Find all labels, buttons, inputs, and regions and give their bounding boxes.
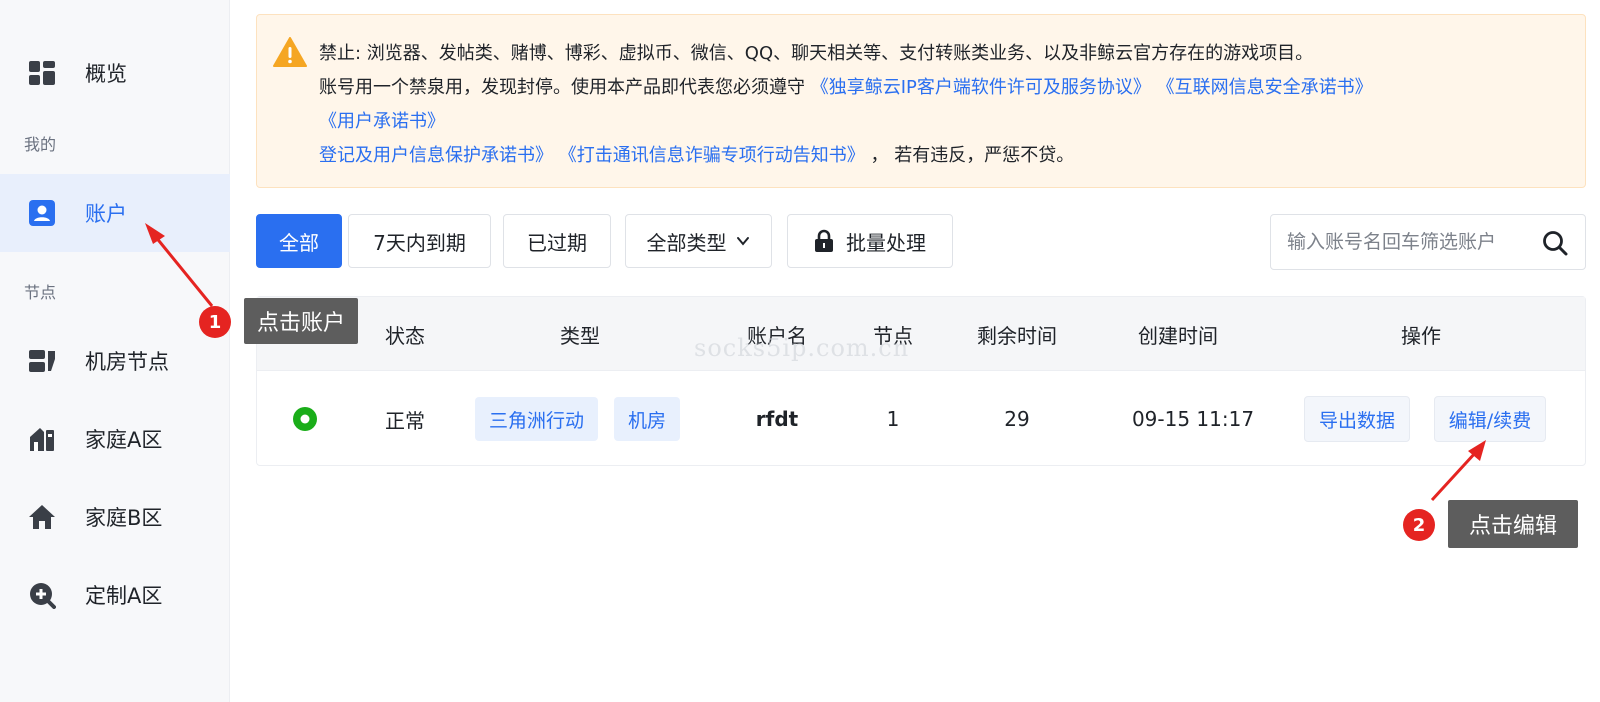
step-2-callout: 点击编辑 xyxy=(1448,500,1578,548)
type-select-label: 全部类型 xyxy=(646,230,727,255)
register-protection-link[interactable]: 登记及用户信息保护承诺书》 xyxy=(319,145,553,166)
account-name-cell: rfdt xyxy=(755,407,799,431)
home-building-icon xyxy=(28,425,56,453)
status-dot-icon xyxy=(285,371,325,467)
filter-expired-button[interactable]: 已过期 xyxy=(503,214,611,268)
sidebar-item-home-a[interactable]: 家庭A区 xyxy=(0,400,230,478)
license-agreement-link[interactable]: 《独享鲸云IP客户端软件许可及服务协议》 xyxy=(811,77,1151,98)
export-data-button[interactable]: 导出数据 xyxy=(1303,396,1410,442)
sidebar-item-overview[interactable]: 概览 xyxy=(0,34,230,112)
sidebar-item-account[interactable]: 账户 xyxy=(0,174,230,252)
notice-line-4: 登记及用户信息保护承诺书》 《打击通讯信息诈骗专项行动告知书》 ， 若有违反，严… xyxy=(319,141,1074,167)
sidebar-item-label: 家庭B区 xyxy=(85,506,163,530)
notice-line-3: 《用户承诺书》 xyxy=(319,107,445,133)
status-text: 正常 xyxy=(385,408,425,433)
sidebar-item-label: 机房节点 xyxy=(85,350,169,374)
notice-banner: 禁止: 浏览器、发帖类、赌博、博彩、虚拟币、微信、QQ、聊天相关等、支付转账类业… xyxy=(256,14,1586,188)
step-1-badge: 1 xyxy=(199,306,231,338)
type-tag-room[interactable]: 机房 xyxy=(614,397,681,441)
account-card-icon xyxy=(28,199,56,227)
user-promise-link[interactable]: 《用户承诺书》 xyxy=(319,111,445,132)
sidebar-item-label: 定制A区 xyxy=(85,584,163,608)
section-label-nodes: 节点 xyxy=(24,283,57,302)
header-remaining-time: 剩余时间 xyxy=(977,323,1057,348)
sidebar: 概览 我的 账户 节点 机房节点 家庭A区 家庭B区 定制A区 xyxy=(0,0,230,702)
remaining-time-cell: 29 xyxy=(1004,407,1030,431)
sidebar-item-label: 账户 xyxy=(85,202,127,226)
server-room-icon xyxy=(28,347,56,375)
filter-all-button[interactable]: 全部 xyxy=(256,214,342,268)
custom-plus-icon xyxy=(28,581,56,609)
header-status: 状态 xyxy=(385,323,425,348)
dashboard-grid-icon xyxy=(28,59,56,87)
type-tag-game[interactable]: 三角洲行动 xyxy=(475,397,599,441)
section-label-mine: 我的 xyxy=(24,135,57,154)
fraud-notice-link[interactable]: 《打击通讯信息诈骗专项行动告知书》 xyxy=(559,145,865,166)
sidebar-item-label: 家庭A区 xyxy=(85,428,163,452)
house-icon xyxy=(28,503,56,531)
account-search-box xyxy=(1270,214,1586,270)
chevron-down-icon xyxy=(735,233,751,249)
batch-process-button[interactable]: 批量处理 xyxy=(787,214,953,268)
sidebar-item-server-room[interactable]: 机房节点 xyxy=(0,322,230,400)
edit-renew-button[interactable]: 编辑/续费 xyxy=(1433,396,1547,442)
created-time-cell: 09-15 11:17 xyxy=(1131,407,1255,431)
batch-process-label: 批量处理 xyxy=(846,230,926,255)
type-tags: 三角洲行动 机房 xyxy=(475,371,697,467)
nodes-cell: 1 xyxy=(886,407,900,431)
notice-text: 账号用一个禁泉用，发现封停。使用本产品即代表您必须遵守 xyxy=(319,77,805,98)
notice-tail: ， 若有违反，严惩不贷。 xyxy=(870,145,1075,166)
notice-line-1: 禁止: 浏览器、发帖类、赌博、博彩、虚拟币、微信、QQ、聊天相关等、支付转账类业… xyxy=(319,43,1314,64)
accounts-table: 状态 类型 账户名 节点 剩余时间 创建时间 操作 正常 三角洲行动 机房 rf… xyxy=(256,296,1586,466)
account-search-input[interactable] xyxy=(1287,231,1532,253)
step-1-callout: 点击账户 xyxy=(244,298,358,344)
sidebar-item-home-b[interactable]: 家庭B区 xyxy=(0,478,230,556)
sidebar-item-custom-a[interactable]: 定制A区 xyxy=(0,556,230,634)
watermark: socks5ip.com.cn xyxy=(694,334,910,362)
filter-7days-button[interactable]: 7天内到期 xyxy=(348,214,491,268)
warning-icon xyxy=(273,37,307,67)
step-2-badge: 2 xyxy=(1403,509,1435,541)
type-select-dropdown[interactable]: 全部类型 xyxy=(625,214,772,268)
header-type: 类型 xyxy=(560,323,600,348)
header-actions: 操作 xyxy=(1401,323,1441,348)
export-data-cell: 导出数据 xyxy=(1299,371,1415,467)
table-header: 状态 类型 账户名 节点 剩余时间 创建时间 操作 xyxy=(257,297,1585,371)
search-icon[interactable] xyxy=(1541,229,1569,257)
sidebar-item-label: 概览 xyxy=(85,62,127,86)
edit-renew-cell: 编辑/续费 xyxy=(1427,371,1553,467)
lock-icon xyxy=(814,229,834,253)
header-created-time: 创建时间 xyxy=(1138,323,1218,348)
notice-line-2: 账号用一个禁泉用，发现封停。使用本产品即代表您必须遵守 《独享鲸云IP客户端软件… xyxy=(319,73,1373,99)
security-promise-link[interactable]: 《互联网信息安全承诺书》 xyxy=(1157,77,1373,98)
